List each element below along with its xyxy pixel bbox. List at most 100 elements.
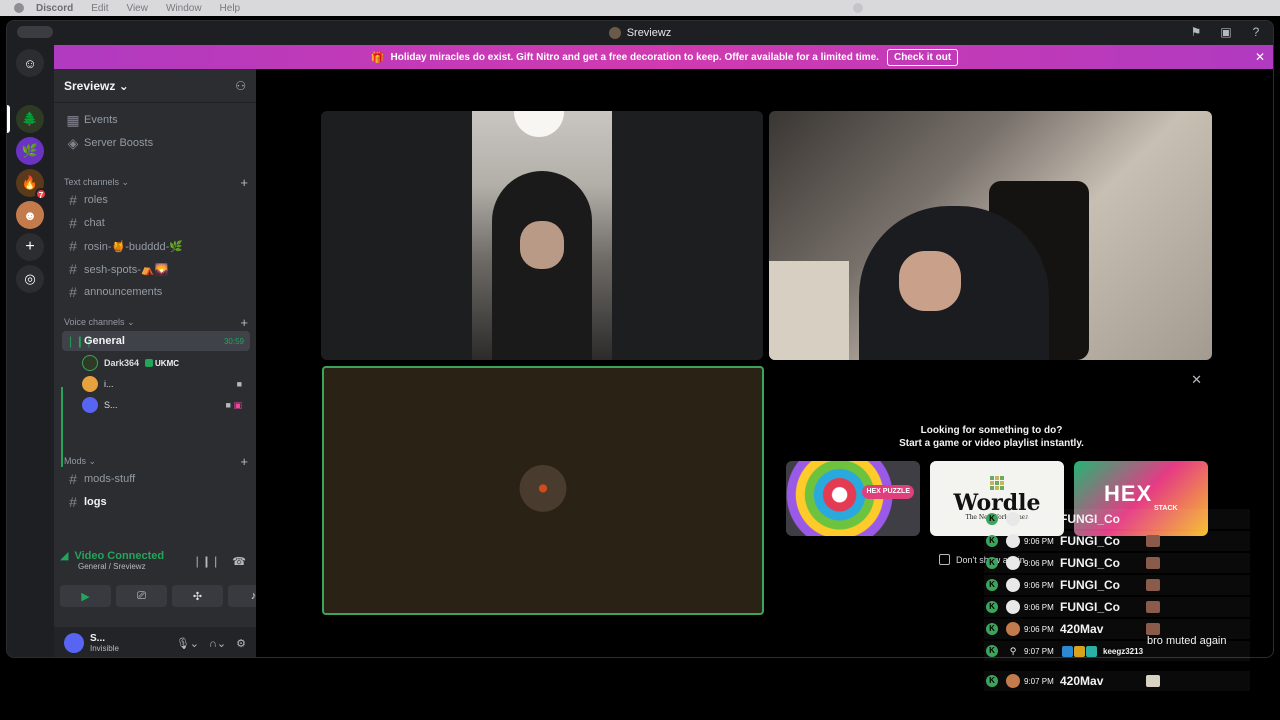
voice-channel-general[interactable]: ❘❙❘ General 30:59 (62, 331, 250, 351)
camera-button[interactable]: ▶ (60, 585, 111, 607)
help-icon[interactable]: ? (1249, 25, 1263, 39)
video-tile-speaking[interactable] (322, 366, 764, 615)
video-tile[interactable] (769, 111, 1212, 360)
add-channel-icon[interactable]: + (240, 454, 248, 469)
screen-share-button[interactable]: ⎚ (116, 585, 167, 607)
chat-message: K 9:06 PM FUNGI_Co (984, 509, 1250, 529)
category-voice-channels[interactable]: Voice channels ⌄ + (64, 315, 248, 330)
activity-card-hex-puzzle[interactable]: HEX PUZZLE (786, 461, 920, 536)
server-face[interactable]: ☻ (16, 201, 44, 229)
user-icon: ⚲ (1009, 646, 1017, 656)
disconnect-icon[interactable]: ☎ (232, 555, 246, 568)
avatar (1006, 578, 1020, 592)
chat-username: FUNGI_Co (1060, 578, 1120, 592)
channel-roles[interactable]: # roles (62, 190, 250, 210)
clan-tag: UKMC (145, 358, 179, 368)
window-controls[interactable] (17, 26, 53, 38)
window-title-text: Sreviewz (626, 27, 672, 39)
chat-time: 9:07 PM (1024, 646, 1054, 656)
close-icon[interactable]: ✕ (1255, 50, 1265, 64)
category-label: Text channels (64, 176, 120, 187)
server-fire[interactable]: 🔥 7 (16, 169, 47, 200)
guild-header[interactable]: Sreviewz ⌄ ⚇ (54, 69, 256, 103)
voice-status-text: Video Connected (74, 549, 165, 562)
sidebar-item-events[interactable]: ▦ Events (62, 110, 250, 130)
channel-announcements[interactable]: # announcements (62, 282, 250, 302)
voice-user[interactable]: S... ■ ▣ (82, 396, 246, 414)
channel-rosin[interactable]: # rosin-🍯-budddd-🌿 (62, 236, 250, 256)
channel-label: chat (84, 217, 105, 229)
channel-chat[interactable]: # chat (62, 213, 250, 233)
avatar (82, 397, 98, 413)
avatar (1006, 622, 1020, 636)
hash-icon: # (69, 284, 77, 300)
category-text-channels[interactable]: Text channels ⌄ + (64, 175, 248, 190)
avatar[interactable] (64, 633, 84, 653)
add-server-icon[interactable]: + (16, 233, 44, 261)
kick-icon: K (986, 535, 998, 547)
wordle-grid-icon (990, 476, 1004, 490)
boost-icon: ◈ (67, 134, 79, 151)
apple-icon[interactable] (14, 3, 24, 13)
kick-icon: K (986, 601, 998, 613)
check-it-out-button[interactable]: Check it out (886, 48, 959, 66)
camera-feed-face (899, 251, 961, 311)
avatar (1006, 512, 1020, 526)
voice-user-name: Dark364 (104, 358, 140, 368)
headphones-icon[interactable]: ∩⌄ (209, 637, 226, 650)
menu-app-name[interactable]: Discord (36, 3, 73, 14)
channel-label: General (84, 335, 125, 347)
activity-button[interactable]: ✣ (172, 585, 223, 607)
server-leaf[interactable]: 🌿 (16, 137, 44, 165)
camera-icon: ■ ▣ (225, 399, 242, 410)
menu-view[interactable]: View (126, 3, 148, 14)
user-name[interactable]: S... (90, 633, 119, 644)
add-channel-icon[interactable]: + (240, 175, 248, 190)
chat-message: K 9:06 PM FUNGI_Co (984, 597, 1250, 617)
channel-label: rosin-🍯-budddd-🌿 (84, 240, 183, 253)
channel-mods-stuff[interactable]: # mods-stuff (62, 469, 250, 489)
title-bar-actions: ⚑ ▣ ? (1189, 25, 1263, 39)
chat-badges (1062, 645, 1097, 657)
user-status: Invisible (90, 644, 119, 653)
discord-home-icon[interactable]: ☺ (16, 49, 44, 77)
voice-user[interactable]: i... ■ (82, 375, 246, 393)
menu-edit[interactable]: Edit (91, 3, 108, 14)
sidebar-item-label: Events (84, 114, 118, 126)
emote-icon (1146, 601, 1160, 613)
menu-window[interactable]: Window (166, 3, 202, 14)
chat-time: 9:06 PM (1024, 602, 1054, 612)
gear-icon[interactable]: ⚙ (236, 637, 246, 650)
checkbox[interactable] (939, 554, 950, 565)
kick-icon: K (986, 557, 998, 569)
noise-suppression-icon[interactable]: ❘❙❘ (193, 555, 221, 568)
chat-username: 420Mav (1060, 622, 1104, 636)
channel-sesh-spots[interactable]: # sesh-spots-⛺🌄 (62, 259, 250, 279)
sidebar-item-server-boosts[interactable]: ◈ Server Boosts (62, 133, 250, 153)
channel-label: mods-stuff (84, 473, 136, 485)
video-tile[interactable] (321, 111, 763, 360)
voice-panel-actions: ❘❙❘ ☎ (193, 555, 246, 568)
add-channel-icon[interactable]: + (240, 315, 248, 330)
title-bar: Sreviewz ⚑ ▣ ? (7, 21, 1273, 45)
channel-logs[interactable]: # logs (62, 492, 250, 512)
hash-icon: # (69, 261, 77, 277)
discover-icon[interactable]: ◎ (16, 265, 44, 293)
flag-icon[interactable]: ⚑ (1189, 25, 1203, 39)
chat-username: keegz3213 (1103, 646, 1144, 656)
kick-icon: K (986, 645, 998, 657)
avatar (517, 465, 569, 517)
close-icon[interactable]: ✕ (1191, 372, 1202, 388)
avatar (1006, 534, 1020, 548)
screen-icon[interactable]: ▣ (1219, 25, 1233, 39)
avatar (82, 355, 98, 371)
kick-icon: K (986, 579, 998, 591)
add-member-icon[interactable]: ⚇ (235, 79, 246, 93)
user-panel: S... Invisible 🎙⌄ ∩⌄ ⚙ (54, 627, 256, 657)
chat-message: K 9:06 PM FUNGI_Co (984, 531, 1250, 551)
voice-user[interactable]: Dark364 UKMC (82, 354, 179, 372)
microphone-icon[interactable]: 🎙⌄ (176, 637, 199, 650)
server-sreviewz[interactable]: 🌲 (16, 105, 44, 133)
menu-help[interactable]: Help (220, 3, 241, 14)
category-mods[interactable]: Mods ⌄ + (64, 454, 248, 469)
